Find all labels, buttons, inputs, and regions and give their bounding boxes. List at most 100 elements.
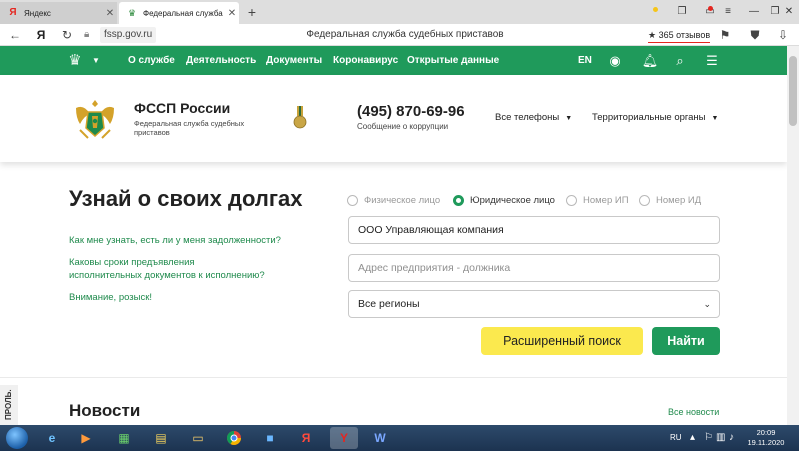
network-icon[interactable]: ▥ [716, 425, 725, 451]
clock-date: 19.11.2020 [747, 438, 785, 447]
chevron-down-icon[interactable]: ▼ [92, 46, 100, 75]
chevron-down-icon: ⌄ [703, 299, 711, 309]
nav-item-coronavirus[interactable]: Коронавирус [333, 46, 398, 75]
reviews-badge[interactable]: ★ 365 отзывов [648, 27, 711, 43]
download-icon[interactable]: ⇩ [774, 24, 792, 46]
radio-label: Номер ИД [656, 194, 702, 206]
bell-badge-dot [653, 7, 658, 12]
company-address-input[interactable]: Адрес предприятия - должника [348, 254, 720, 282]
region-value: Все регионы [358, 298, 420, 310]
all-news-link[interactable]: Все новости [668, 407, 719, 417]
taskbar: e ▶ ▦ ▤ ▭ ■ Я Y W RU ▴ ⚐ ▥ ♪ 20:09 19.11… [0, 425, 799, 451]
yandex-app-icon[interactable]: Я [292, 427, 320, 449]
radio-label: Юридическое лицо [470, 194, 555, 206]
browser-tab-fssp[interactable]: ♛ Федеральная служба с ✕ [119, 2, 239, 24]
excel-icon[interactable]: ▦ [110, 427, 138, 449]
protect-icon[interactable]: ⛊ [746, 24, 764, 46]
calculator-icon[interactable]: ▤ [147, 427, 175, 449]
nav-item-about[interactable]: О службе [128, 46, 175, 75]
tab-close-icon[interactable]: ✕ [103, 8, 117, 19]
new-tab-button[interactable]: + [244, 4, 260, 20]
nav-item-documents[interactable]: Документы [266, 46, 322, 75]
faq-link-debts[interactable]: Как мне узнать, есть ли у меня задолженн… [69, 234, 299, 247]
faq-link-deadlines[interactable]: Каковы сроки предъявления исполнительных… [69, 256, 269, 282]
territorial-label: Территориальные органы [592, 112, 706, 123]
browser-tab-yandex[interactable]: Я Яндекс ✕ [0, 2, 117, 24]
yandex-home-icon[interactable]: Я [32, 24, 50, 46]
browser-tab-bar: Я Яндекс ✕ ♛ Федеральная служба с ✕ + ❐ … [0, 0, 799, 24]
radio-legal-entity[interactable]: Юридическое лицо [453, 193, 555, 207]
minimize-button[interactable]: — [741, 0, 767, 24]
tab-close-icon[interactable]: ✕ [225, 8, 239, 19]
eye-icon[interactable]: ◉ [605, 46, 625, 75]
caret-down-icon: ▼ [711, 115, 719, 122]
emblem-icon[interactable]: ♛ [64, 50, 86, 72]
wanted-link[interactable]: Внимание, розыск! [69, 291, 152, 304]
org-subtitle: Федеральная служба судебных приставов [134, 119, 245, 137]
radio-individual[interactable]: Физическое лицо [347, 193, 440, 207]
ie-icon[interactable]: e [38, 427, 66, 449]
tab-title: Яндекс [24, 8, 51, 18]
browser-menu-icon[interactable]: ≡ [715, 0, 741, 24]
back-arrow-icon[interactable]: ← [6, 24, 24, 46]
word-icon[interactable]: W [366, 427, 394, 449]
reload-icon[interactable]: ↻ [58, 24, 76, 46]
bell-icon[interactable]: 🔔︎ [640, 46, 660, 75]
clock-time: 20:09 [756, 428, 776, 437]
radio-circle-icon [566, 194, 577, 206]
language-switch[interactable]: EN [578, 46, 592, 75]
start-button[interactable] [6, 427, 28, 449]
system-clock[interactable]: 20:09 19.11.2020 [742, 428, 790, 448]
lock-icon: 🔒︎ [84, 29, 90, 40]
all-phones-label: Все телефоны [495, 112, 560, 123]
phone-subtitle: Сообщение о коррупции [357, 122, 449, 131]
medal-icon [293, 106, 307, 129]
fssp-favicon-icon: ♛ [127, 8, 137, 18]
chrome-icon[interactable] [220, 427, 248, 449]
folder-icon[interactable]: ▭ [184, 427, 212, 449]
search-icon[interactable]: ⌕ [670, 46, 690, 75]
all-phones-dropdown[interactable]: Все телефоны ▼ [495, 112, 572, 123]
media-player-icon[interactable]: ▶ [72, 427, 100, 449]
scrollbar-thumb[interactable] [789, 56, 797, 126]
language-indicator[interactable]: RU [670, 425, 682, 451]
company-name-input[interactable]: ООО Управляющая компания [348, 216, 720, 244]
fssp-eagle-logo-icon[interactable] [70, 94, 120, 144]
radio-label: Номер ИП [583, 194, 629, 206]
tabs-menu-icon[interactable]: ❐ [669, 0, 695, 24]
tray-arrow-icon[interactable]: ▴ [690, 425, 695, 451]
nav-item-open-data[interactable]: Открытые данные [407, 46, 499, 75]
search-heading: Узнай о своих долгах [69, 186, 303, 211]
territorial-dropdown[interactable]: Территориальные органы ▼ [592, 112, 718, 123]
radio-label: Физическое лицо [364, 194, 441, 206]
yandex-browser-icon[interactable]: Y [330, 427, 358, 449]
caret-down-icon: ▼ [565, 115, 573, 122]
site-nav: ♛ ▼ О службе Деятельность Документы Коро… [0, 46, 787, 75]
address-bar: ← Я ↻ 🔒︎ fssp.gov.ru Федеральная служба … [0, 24, 799, 46]
phone-number[interactable]: (495) 870-69-96 [357, 103, 465, 120]
url-field[interactable]: fssp.gov.ru [100, 27, 157, 43]
radio-ip-number[interactable]: Номер ИП [566, 193, 629, 207]
volume-icon[interactable]: ♪ [729, 425, 734, 451]
star-icon: ★ [648, 30, 657, 40]
radio-id-number[interactable]: Номер ИД [639, 193, 701, 207]
radio-circle-icon [453, 194, 464, 206]
side-tab[interactable]: ПРОЛЬ. [0, 385, 18, 425]
reviews-label: 365 отзывов [658, 30, 711, 40]
advanced-search-button[interactable]: Расширенный поиск [481, 327, 643, 355]
page-title: Федеральная служба судебных приставов [306, 29, 504, 40]
radio-circle-icon [347, 194, 358, 206]
bookmark-icon[interactable]: ⚑ [716, 24, 734, 46]
news-heading: Новости [69, 401, 141, 420]
nav-item-activity[interactable]: Деятельность [186, 46, 256, 75]
flag-icon[interactable]: ⚐ [704, 425, 713, 451]
zoom-icon[interactable]: ■ [256, 427, 284, 449]
menu-icon[interactable]: ☰ [702, 46, 722, 75]
site-header: ФССП России Федеральная служба судебных … [0, 75, 787, 162]
close-window-button[interactable]: ✕ [781, 0, 797, 24]
find-button[interactable]: Найти [652, 327, 720, 355]
tab-title: Федеральная служба с [143, 8, 225, 18]
org-name[interactable]: ФССП России [134, 100, 230, 116]
region-select[interactable]: Все регионы ⌄ [348, 290, 720, 318]
radio-circle-icon [639, 194, 650, 206]
